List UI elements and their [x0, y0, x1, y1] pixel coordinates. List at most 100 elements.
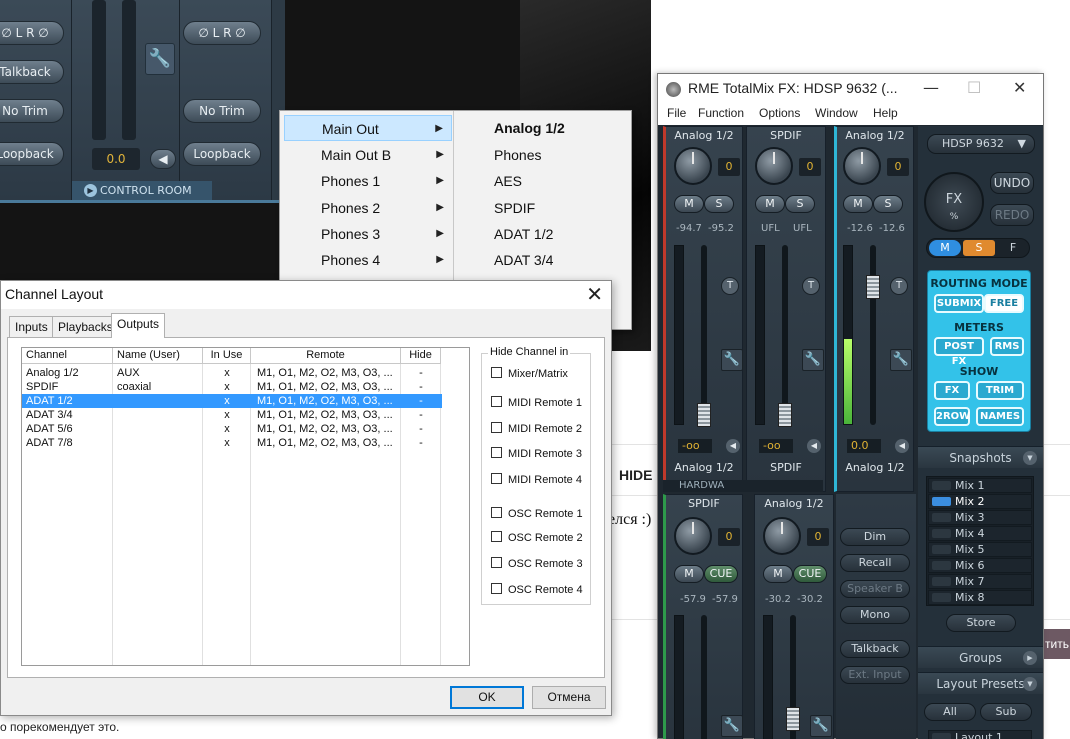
gain-knob[interactable]: [674, 517, 712, 555]
fader-handle[interactable]: [697, 403, 711, 427]
checkbox-icon[interactable]: [491, 447, 502, 458]
arrow-left-icon[interactable]: ◀: [726, 439, 740, 453]
submix-button[interactable]: SUBMIX: [934, 294, 984, 313]
send-button[interactable]: тить: [1043, 629, 1070, 659]
layout-preset-1[interactable]: Layout 1: [928, 730, 1032, 739]
gain-knob[interactable]: [674, 147, 712, 185]
trim-button[interactable]: T: [802, 277, 820, 295]
trim-button[interactable]: T: [721, 277, 739, 295]
menu-function[interactable]: Function: [698, 106, 744, 120]
submenu-item-adat-1-2[interactable]: ADAT 1/2: [494, 221, 553, 247]
minimize-icon[interactable]: —: [923, 78, 939, 97]
layout-all-button[interactable]: All: [924, 703, 976, 721]
menu-item-phones-1[interactable]: Phones 1 ▶: [284, 168, 452, 194]
fader-track[interactable]: [782, 245, 788, 425]
checkbox-osc-remote-1[interactable]: OSC Remote 1: [491, 507, 583, 523]
channel-name[interactable]: Analog 1/2: [755, 497, 833, 510]
checkbox-icon[interactable]: [491, 473, 502, 484]
table-row[interactable]: ADAT 7/8 x M1, O1, M2, O2, M3, O3, ... -: [22, 436, 442, 450]
arrow-left-icon[interactable]: ◀: [807, 439, 821, 453]
cue-button[interactable]: CUE: [704, 565, 738, 583]
menu-window[interactable]: Window: [815, 106, 858, 120]
show-fx-button[interactable]: FX: [934, 381, 970, 400]
ok-button[interactable]: OK: [450, 686, 524, 709]
checkbox-osc-remote-3[interactable]: OSC Remote 3: [491, 557, 583, 573]
snapshot-mix-8[interactable]: Mix 8: [928, 590, 1032, 605]
snapshots-header[interactable]: Snapshots ▼: [918, 446, 1043, 468]
wrench-icon[interactable]: 🔧: [721, 349, 743, 371]
mode-f-button[interactable]: F: [997, 240, 1029, 256]
submenu-item-phones[interactable]: Phones: [494, 142, 541, 168]
wrench-icon[interactable]: 🔧: [721, 715, 743, 737]
checkbox-icon[interactable]: [491, 583, 502, 594]
checkbox-mixer-matrix[interactable]: Mixer/Matrix: [491, 367, 568, 383]
groups-header[interactable]: Groups ▶: [918, 646, 1043, 668]
snapshot-mix-4[interactable]: Mix 4: [928, 526, 1032, 541]
title-bar[interactable]: Channel Layout ✕: [1, 281, 611, 309]
snapshot-mix-2[interactable]: Mix 2: [928, 494, 1032, 509]
phase-button[interactable]: ∅ L R ∅: [183, 21, 261, 45]
talkback-button[interactable]: Talkback: [840, 640, 910, 658]
checkbox-icon[interactable]: [491, 367, 502, 378]
trim-button[interactable]: No Trim: [183, 99, 261, 123]
table-row[interactable]: Analog 1/2 AUX x M1, O1, M2, O2, M3, O3,…: [22, 366, 442, 380]
hardware-outputs-bar[interactable]: HARDWA: [663, 480, 823, 492]
fader-track[interactable]: [92, 0, 106, 140]
fader-track[interactable]: [701, 615, 707, 739]
column-header[interactable]: In Use: [203, 348, 251, 364]
fader-handle[interactable]: [778, 403, 792, 427]
menu-item-phones-4[interactable]: Phones 4 ▶: [284, 247, 452, 273]
fx-knob[interactable]: FX %: [924, 172, 984, 232]
channel-name[interactable]: Analog 1/2: [837, 129, 913, 142]
menu-file[interactable]: File: [667, 106, 686, 120]
rms-button[interactable]: RMS: [990, 337, 1024, 356]
free-button[interactable]: FREE: [984, 294, 1024, 313]
chevron-down-icon[interactable]: ▼: [1023, 677, 1037, 691]
tab-inputs[interactable]: Inputs: [9, 316, 54, 337]
ext-input-button[interactable]: Ext. Input: [840, 666, 910, 684]
gain-knob[interactable]: [763, 517, 801, 555]
mode-m-button[interactable]: M: [929, 240, 961, 256]
menu-item-main-out-b[interactable]: Main Out B ▶: [284, 142, 452, 168]
cue-button[interactable]: CUE: [793, 565, 827, 583]
submenu-item-analog-1-2[interactable]: Analog 1/2: [494, 115, 565, 141]
fader-track[interactable]: [701, 245, 707, 425]
wrench-icon[interactable]: 🔧: [145, 43, 175, 75]
checkbox-icon[interactable]: [491, 557, 502, 568]
tab-playbacks[interactable]: Playbacks: [52, 316, 119, 337]
mute-button[interactable]: M: [674, 565, 704, 583]
column-header[interactable]: Hide: [401, 348, 441, 364]
submenu-item-aes[interactable]: AES: [494, 168, 522, 194]
channel-name-bottom[interactable]: Analog 1/2: [666, 461, 742, 474]
undo-button[interactable]: UNDO: [990, 172, 1034, 194]
post-fx-button[interactable]: POST FX: [934, 337, 984, 367]
chevron-down-icon[interactable]: ▼: [1023, 451, 1037, 465]
menu-item-main-out[interactable]: Main Out ▶: [284, 115, 452, 141]
channel-name[interactable]: Analog 1/2: [666, 129, 742, 142]
trim-button[interactable]: No Trim: [0, 99, 64, 123]
menu-item-phones-2[interactable]: Phones 2 ▶: [284, 195, 452, 221]
gain-knob[interactable]: [843, 147, 881, 185]
chevron-right-icon[interactable]: ▶: [1023, 651, 1037, 665]
two-row-button[interactable]: 2ROW: [934, 407, 970, 426]
wrench-icon[interactable]: 🔧: [802, 349, 824, 371]
hide-link[interactable]: HIDE: [619, 467, 652, 483]
checkbox-midi-remote-1[interactable]: MIDI Remote 1: [491, 396, 582, 412]
checkbox-icon[interactable]: [491, 507, 502, 518]
solo-button[interactable]: S: [704, 195, 734, 213]
snapshot-mix-6[interactable]: Mix 6: [928, 558, 1032, 573]
names-button[interactable]: NAMES: [976, 407, 1024, 426]
talkback-button[interactable]: Talkback: [0, 60, 64, 84]
mute-button[interactable]: M: [755, 195, 785, 213]
recall-button[interactable]: Recall: [840, 554, 910, 572]
column-header[interactable]: Channel: [22, 348, 113, 364]
trim-button[interactable]: T: [890, 277, 908, 295]
menu-item-phones-3[interactable]: Phones 3 ▶: [284, 221, 452, 247]
channel-name[interactable]: SPDIF: [666, 497, 742, 510]
checkbox-midi-remote-4[interactable]: MIDI Remote 4: [491, 473, 582, 489]
loopback-button[interactable]: Loopback: [183, 142, 261, 166]
submenu-item-spdif[interactable]: SPDIF: [494, 195, 535, 221]
gain-knob[interactable]: [755, 147, 793, 185]
table-row[interactable]: SPDIF coaxial x M1, O1, M2, O2, M3, O3, …: [22, 380, 442, 394]
checkbox-icon[interactable]: [491, 422, 502, 433]
